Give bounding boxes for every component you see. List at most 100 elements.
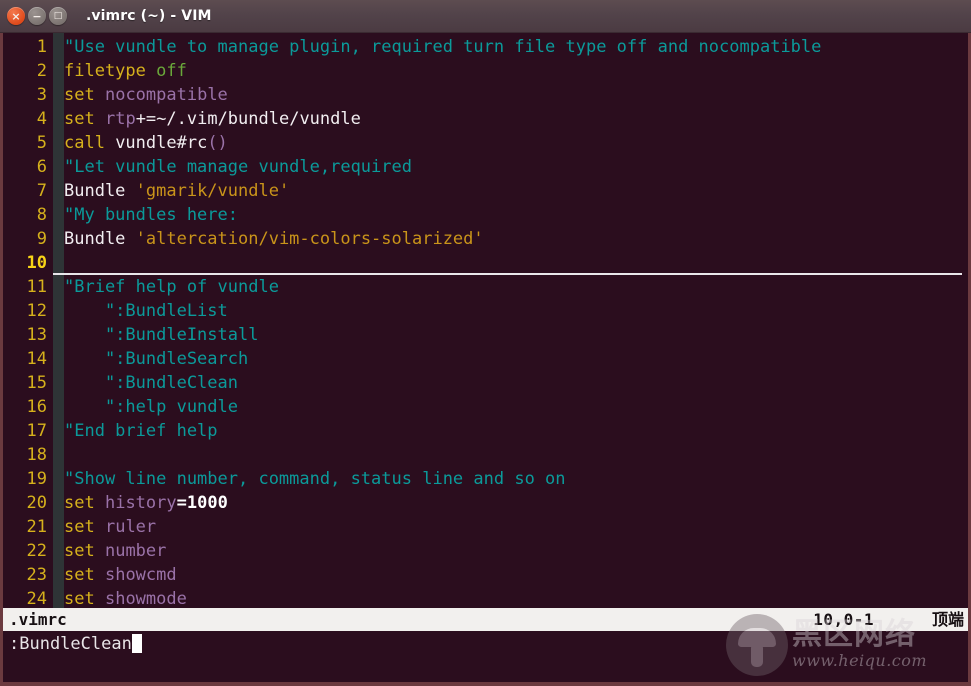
editor-text-area[interactable]: 1 "Use vundle to manage plugin, required … (3, 33, 968, 609)
code-token: "Brief help of vundle (64, 277, 279, 297)
editor-line[interactable]: 5 call vundle#rc() (3, 131, 968, 155)
code-token: ":BundleSearch (64, 349, 249, 369)
maximize-icon: □ (53, 10, 63, 21)
editor-line[interactable]: 22 set number (3, 539, 968, 563)
text-cursor (131, 634, 142, 653)
minimize-icon: − (32, 9, 42, 23)
code-token: set (64, 565, 95, 585)
editor-line[interactable]: 23 set showcmd (3, 563, 968, 587)
line-number: 23 (26, 565, 47, 585)
code-token: number (104, 541, 167, 561)
code-token: set (64, 109, 95, 129)
line-content: ":help vundle (47, 395, 238, 419)
close-button[interactable]: × (7, 7, 25, 25)
line-number: 18 (26, 445, 47, 465)
code-token: ":BundleInstall (64, 325, 259, 345)
line-number: 13 (26, 325, 47, 345)
status-scroll-indicator: 顶端 (931, 610, 964, 629)
code-token: set (64, 517, 95, 537)
editor-line[interactable]: 12 ":BundleList (3, 299, 968, 323)
line-content: Bundle 'gmarik/vundle' (47, 179, 289, 203)
line-number: 7 (36, 181, 47, 201)
line-content: ":BundleClean (47, 371, 238, 395)
line-content: Bundle 'altercation/vim-colors-solarized… (47, 227, 484, 251)
code-token: 'altercation/vim-colors-solarized' (135, 229, 484, 249)
command-line[interactable]: :BundleClean (3, 631, 968, 657)
line-number: 6 (36, 157, 47, 177)
line-content: set rtp+=~/.vim/bundle/vundle (47, 107, 361, 131)
editor-line[interactable]: 20 set history=1000 (3, 491, 968, 515)
line-content: set ruler (47, 515, 156, 539)
line-content: "Let vundle manage vundle,required (47, 155, 412, 179)
line-content: "My bundles here: (47, 203, 238, 227)
line-number: 21 (26, 517, 47, 537)
minimize-button[interactable]: − (28, 7, 46, 25)
title-bar: × − □ .vimrc (~) - VIM (0, 0, 971, 33)
code-token: set (64, 85, 95, 105)
editor-line[interactable]: 9 Bundle 'altercation/vim-colors-solarize… (3, 227, 968, 251)
code-token: ":BundleClean (64, 373, 238, 393)
code-token: +=~/.vim/bundle/vundle (135, 109, 361, 129)
line-number: 11 (26, 277, 47, 297)
code-token: showmode (104, 589, 187, 609)
line-number: 16 (26, 397, 47, 417)
editor-line[interactable]: 10 (3, 251, 968, 275)
editor-line[interactable]: 4 set rtp+=~/.vim/bundle/vundle (3, 107, 968, 131)
line-number: 4 (36, 109, 47, 129)
line-number: 22 (26, 541, 47, 561)
line-number: 8 (36, 205, 47, 225)
command-line-text: :BundleClean (9, 634, 132, 654)
code-token: "My bundles here: (64, 205, 238, 225)
code-token: ruler (104, 517, 157, 537)
line-number: 1 (36, 37, 47, 57)
line-content: set showcmd (47, 563, 177, 587)
line-number: 14 (26, 349, 47, 369)
line-number: 19 (26, 469, 47, 489)
editor-line[interactable]: 3 set nocompatible (3, 83, 968, 107)
code-token: ":help vundle (64, 397, 238, 417)
editor-line[interactable]: 14 ":BundleSearch (3, 347, 968, 371)
code-token: off (156, 61, 187, 81)
status-cursor-position: 10,0-1 (813, 610, 874, 629)
editor-line[interactable]: 18 (3, 443, 968, 467)
line-content: set number (47, 539, 166, 563)
line-content: "Brief help of vundle (47, 275, 279, 299)
editor-line[interactable]: 2 filetype off (3, 59, 968, 83)
editor-line[interactable]: 19 "Show line number, command, status lin… (3, 467, 968, 491)
editor-line[interactable]: 11 "Brief help of vundle (3, 275, 968, 299)
line-number: 20 (26, 493, 47, 513)
editor-line[interactable]: 15 ":BundleClean (3, 371, 968, 395)
editor-line[interactable]: 17 "End brief help (3, 419, 968, 443)
line-content: ":BundleList (47, 299, 228, 323)
line-number: 17 (26, 421, 47, 441)
code-token: filetype (64, 61, 146, 81)
code-token: Bundle (64, 229, 136, 249)
editor-line[interactable]: 13 ":BundleInstall (3, 323, 968, 347)
line-number: 9 (36, 229, 47, 249)
editor-line[interactable]: 21 set ruler (3, 515, 968, 539)
code-token: () (207, 133, 228, 153)
close-icon: × (11, 9, 21, 23)
status-line: .vimrc 10,0-1 顶端 (3, 608, 968, 631)
maximize-button[interactable]: □ (49, 7, 67, 25)
line-content: call vundle#rc() (47, 131, 228, 155)
editor-line[interactable]: 1 "Use vundle to manage plugin, required … (3, 35, 968, 59)
line-content: filetype off (47, 59, 187, 83)
vim-window: × − □ .vimrc (~) - VIM 1 "Use vundle to m… (0, 0, 971, 686)
editor-line[interactable]: 8 "My bundles here: (3, 203, 968, 227)
editor-line[interactable]: 16 ":help vundle (3, 395, 968, 419)
editor-line[interactable]: 6 "Let vundle manage vundle,required (3, 155, 968, 179)
code-token: rtp (104, 109, 136, 129)
line-content: ":BundleSearch (47, 347, 248, 371)
line-number: 5 (36, 133, 47, 153)
vim-terminal[interactable]: 1 "Use vundle to manage plugin, required … (0, 33, 971, 682)
code-token: Bundle (64, 181, 136, 201)
line-content: ":BundleInstall (47, 323, 259, 347)
editor-line[interactable]: 7 Bundle 'gmarik/vundle' (3, 179, 968, 203)
code-token: set (64, 541, 95, 561)
line-content: "Show line number, command, status line … (47, 467, 566, 491)
